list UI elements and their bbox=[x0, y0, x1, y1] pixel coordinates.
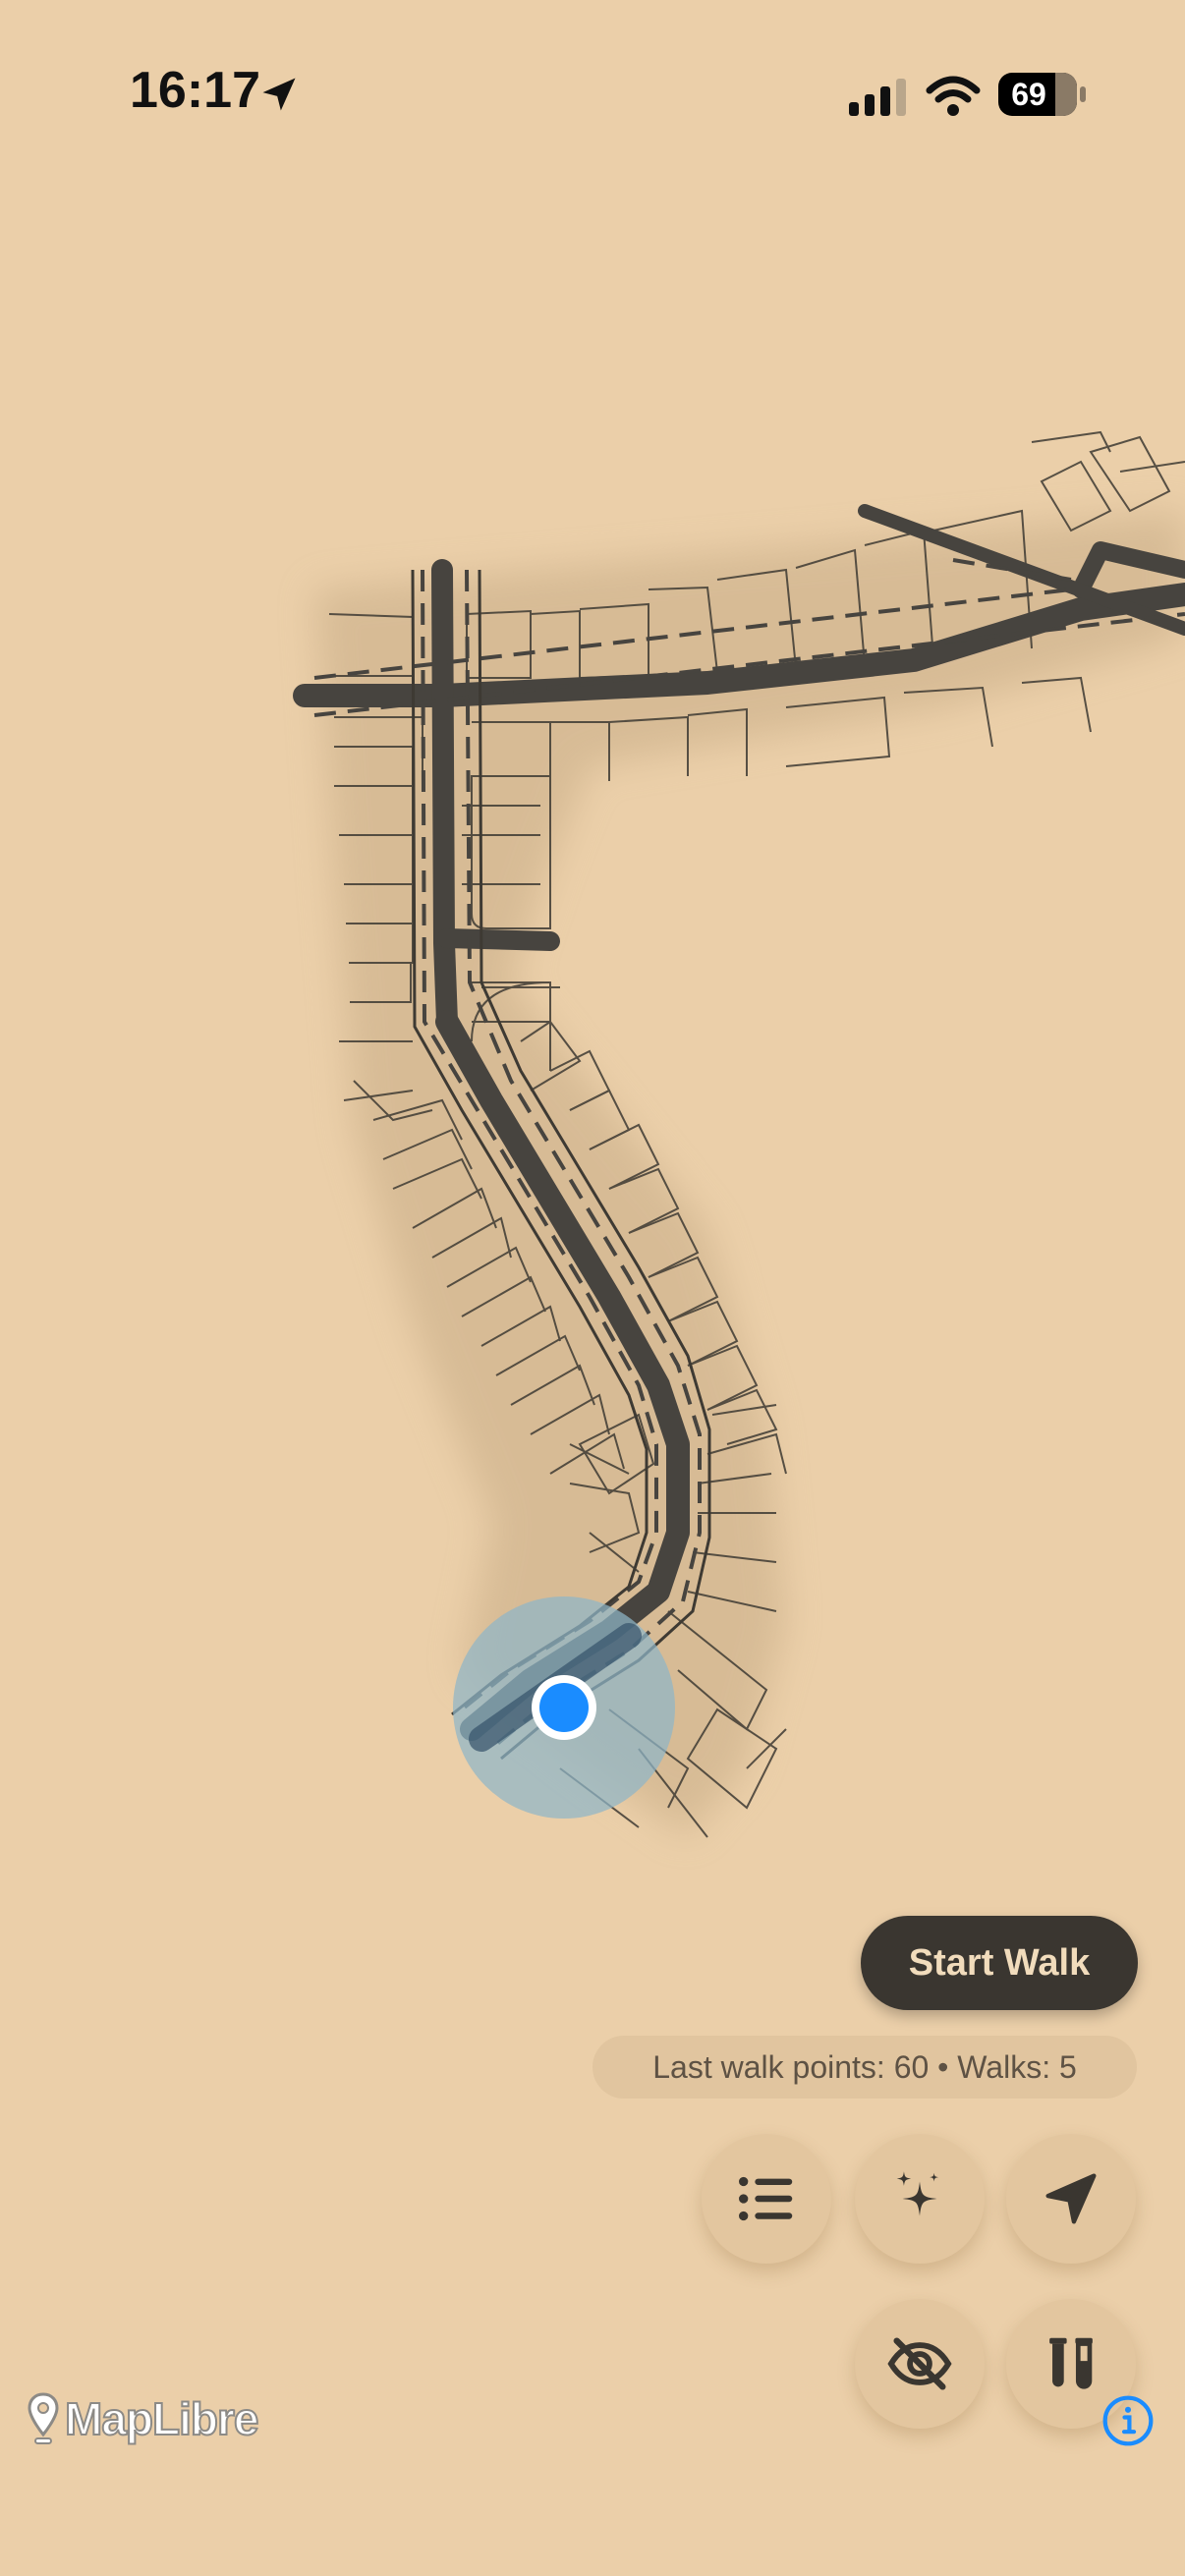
maplibre-logo[interactable]: MapLibre bbox=[26, 2387, 259, 2450]
battery-icon: 69 bbox=[998, 73, 1077, 116]
maplibre-text: MapLibre bbox=[64, 2392, 259, 2445]
battery-level: 69 bbox=[1011, 77, 1046, 112]
user-location bbox=[453, 1596, 675, 1819]
walk-stats-label: Last walk points: 60 • Walks: 5 bbox=[592, 2036, 1137, 2099]
navigation-arrow-icon bbox=[1045, 2173, 1097, 2224]
battery-cap bbox=[1080, 86, 1086, 102]
sparkles-icon bbox=[896, 2171, 938, 2216]
recenter-location-button[interactable] bbox=[1006, 2134, 1136, 2264]
start-walk-button[interactable]: Start Walk bbox=[861, 1916, 1138, 2010]
eye-slash-icon bbox=[887, 2337, 952, 2390]
map-pin-icon bbox=[28, 2392, 59, 2444]
sparkles-button[interactable] bbox=[855, 2134, 985, 2264]
toggle-visibility-button[interactable] bbox=[855, 2299, 985, 2429]
walks-list-button[interactable] bbox=[702, 2134, 831, 2264]
cellular-signal-icon bbox=[849, 79, 906, 116]
status-time: 16:17 bbox=[130, 62, 260, 119]
list-icon bbox=[739, 2176, 793, 2221]
location-arrow-icon bbox=[262, 78, 296, 111]
wifi-icon bbox=[926, 76, 981, 116]
test-tubes-icon bbox=[1049, 2337, 1093, 2389]
info-icon[interactable] bbox=[1100, 2393, 1156, 2448]
status-bar: 16:17 69 bbox=[0, 0, 1185, 187]
